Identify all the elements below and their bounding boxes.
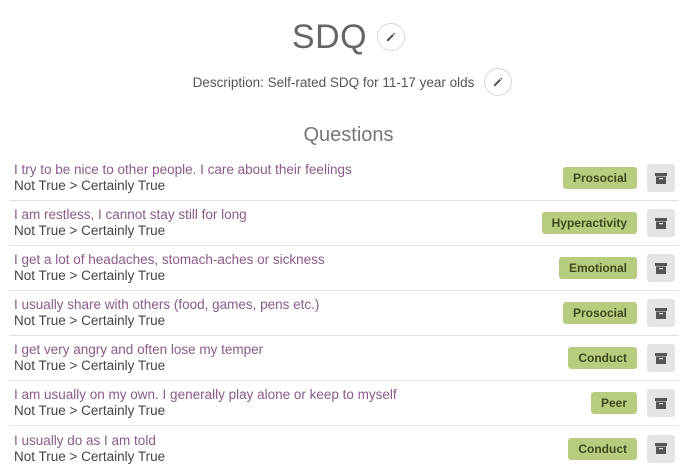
question-link[interactable]: I try to be nice to other people. I care… — [14, 162, 563, 178]
category-tag: Hyperactivity — [541, 212, 637, 234]
question-scale: Not True > Certainly True — [14, 358, 166, 373]
question-row: I try to be nice to other people. I care… — [9, 156, 679, 201]
question-link[interactable]: I get a lot of headaches, stomach-aches … — [14, 252, 559, 268]
description-row: Description: Self-rated SDQ for 11-17 ye… — [0, 68, 697, 96]
category-tag: Peer — [590, 392, 637, 414]
question-text-block: I usually share with others (food, games… — [14, 297, 563, 329]
category-tag: Conduct — [568, 437, 637, 460]
question-scale: Not True > Certainly True — [14, 403, 166, 418]
question-row: I get very angry and often lose my tempe… — [9, 336, 679, 381]
archive-icon — [655, 397, 667, 409]
archive-icon — [655, 307, 667, 319]
question-row: I usually share with others (food, games… — [9, 291, 679, 336]
page-title: SDQ — [291, 18, 368, 56]
archive-icon — [655, 262, 667, 274]
question-text-block: I am usually on my own. I generally play… — [14, 387, 591, 419]
archive-button[interactable] — [647, 344, 675, 372]
archive-icon — [655, 217, 667, 229]
question-row: I usually do as I am told Not True > Cer… — [9, 426, 679, 471]
archive-button[interactable] — [647, 209, 675, 237]
category-tag: Prosocial — [562, 167, 637, 189]
archive-icon — [655, 443, 667, 454]
description-text: Description: Self-rated SDQ for 11-17 ye… — [192, 74, 475, 90]
edit-title-button[interactable] — [377, 23, 406, 51]
question-text-block: I am restless, I cannot stay still for l… — [14, 207, 542, 239]
category-tag: Emotional — [558, 257, 637, 279]
title-row: SDQ — [0, 14, 697, 60]
question-text-block: I get very angry and often lose my tempe… — [14, 342, 568, 374]
category-tag: Prosocial — [562, 302, 637, 324]
archive-button[interactable] — [647, 389, 675, 417]
question-row: I get a lot of headaches, stomach-aches … — [9, 246, 679, 291]
question-scale: Not True > Certainly True — [14, 268, 166, 283]
question-link[interactable]: I get very angry and often lose my tempe… — [14, 342, 568, 358]
pencil-icon — [494, 77, 503, 87]
archive-icon — [655, 172, 667, 184]
category-tag: Conduct — [568, 347, 637, 369]
archive-button[interactable] — [647, 164, 675, 192]
question-row: I am restless, I cannot stay still for l… — [9, 201, 679, 246]
question-link[interactable]: I usually share with others (food, games… — [14, 297, 563, 313]
question-scale: Not True > Certainly True — [14, 223, 166, 238]
question-text-block: I usually do as I am told Not True > Cer… — [14, 433, 568, 465]
pencil-icon — [386, 32, 396, 42]
question-text-block: I get a lot of headaches, stomach-aches … — [14, 252, 559, 284]
edit-description-button[interactable] — [484, 68, 513, 96]
questions-list: I try to be nice to other people. I care… — [9, 156, 679, 471]
archive-button[interactable] — [647, 434, 675, 463]
question-link[interactable]: I am restless, I cannot stay still for l… — [14, 207, 542, 223]
archive-icon — [655, 352, 667, 364]
question-text-block: I try to be nice to other people. I care… — [14, 162, 563, 194]
question-scale: Not True > Certainly True — [14, 448, 166, 464]
archive-button[interactable] — [647, 254, 675, 282]
question-row: I am usually on my own. I generally play… — [9, 381, 679, 426]
question-scale: Not True > Certainly True — [14, 178, 166, 193]
question-scale: Not True > Certainly True — [14, 313, 166, 328]
questions-heading: Questions — [303, 124, 394, 146]
archive-button[interactable] — [647, 299, 675, 327]
question-link[interactable]: I usually do as I am told — [14, 433, 568, 449]
question-link[interactable]: I am usually on my own. I generally play… — [14, 387, 591, 403]
